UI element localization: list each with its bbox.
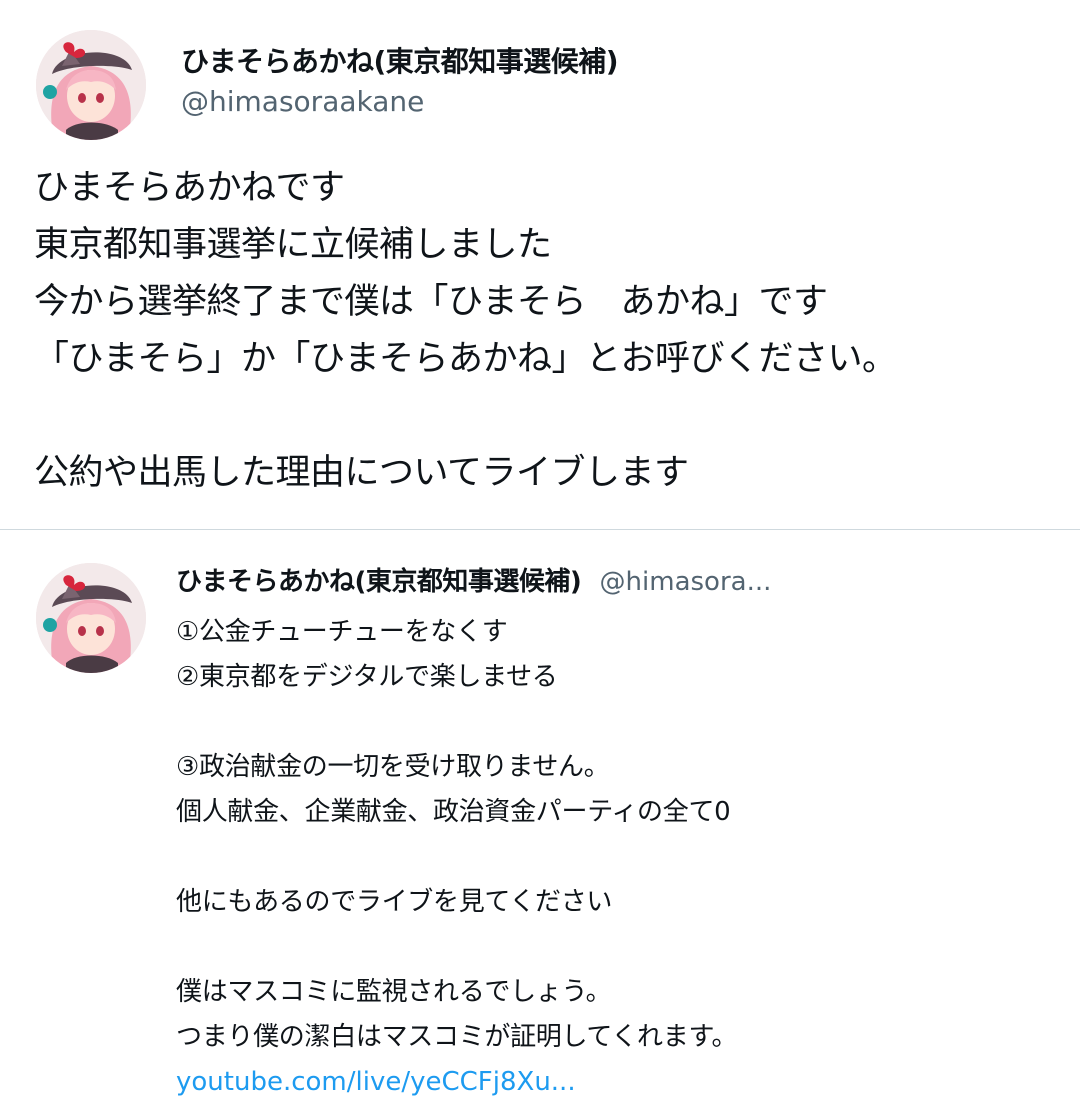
author-avatar[interactable] xyxy=(36,30,146,140)
main-tweet-header: ひまそらあかね(東京都知事選候補) @himasoraakane xyxy=(181,42,1041,122)
main-tweet-text: ひまそらあかねです 東京都知事選挙に立候補しました 今から選挙終了まで僕は「ひま… xyxy=(34,168,897,493)
tweet-divider xyxy=(0,529,1080,530)
avatar-image xyxy=(36,563,146,673)
author-display-name[interactable]: ひまそらあかね(東京都知事選候補) xyxy=(181,42,1041,82)
reply-author-avatar[interactable] xyxy=(36,563,146,673)
reply-author-display-name[interactable]: ひまそらあかね(東京都知事選候補) xyxy=(176,567,582,597)
youtube-live-link[interactable]: youtube.com/live/yeCCFj8Xu... xyxy=(176,1060,576,1105)
avatar-image xyxy=(36,30,146,140)
reply-author-handle[interactable]: @himasora... xyxy=(600,567,772,597)
reply-tweet-text: ①公金チューチューをなくす ②東京都をデジタルで楽しませる ③政治献金の一切を受… xyxy=(176,617,738,1052)
reply-tweet-header: ひまそらあかね(東京都知事選候補) @himasora... xyxy=(176,560,1056,604)
author-handle[interactable]: @himasoraakane xyxy=(181,82,1041,122)
